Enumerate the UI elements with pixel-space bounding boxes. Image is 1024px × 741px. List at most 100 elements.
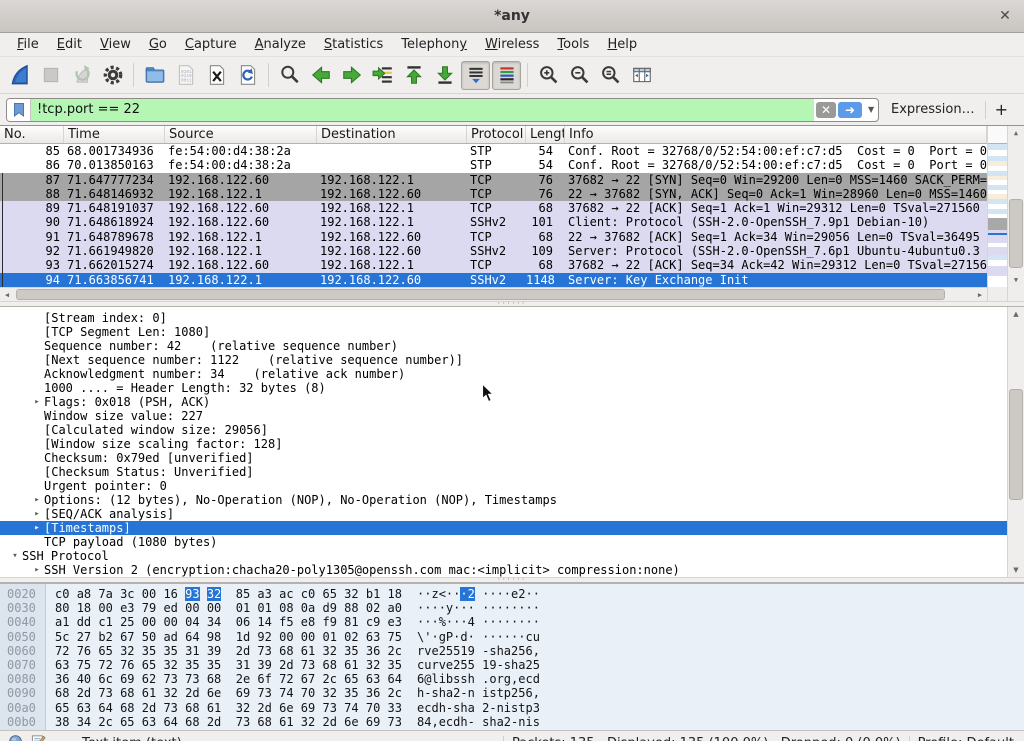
hex-row-0050[interactable]: 00505c 27 b2 67 50 ad 64 98 1d 92 00 00 … <box>0 630 1024 644</box>
menu-tools[interactable]: Tools <box>548 35 598 54</box>
hex-row-0090[interactable]: 009068 2d 73 68 61 32 2d 6e 69 73 74 70 … <box>0 686 1024 700</box>
column-header-time[interactable]: Time <box>64 126 165 143</box>
go-next-button[interactable] <box>337 61 366 90</box>
menu-statistics[interactable]: Statistics <box>315 35 392 54</box>
packet-row-88[interactable]: 8871.648146932192.168.122.1192.168.122.6… <box>0 187 987 201</box>
filter-input[interactable]: !tcp.port == 22 <box>31 99 814 121</box>
details-scroll-up-arrow[interactable]: ▲ <box>1008 307 1024 321</box>
detail-line[interactable]: Checksum: 0x79ed [unverified] <box>0 451 1007 465</box>
packet-row-85[interactable]: 8568.001734936fe:54:00:d4:38:2aSTP54Conf… <box>0 144 987 158</box>
detail-line[interactable]: ▸Options: (12 bytes), No-Operation (NOP)… <box>0 493 1007 507</box>
capture-comment-icon[interactable] <box>31 734 46 741</box>
detail-line[interactable]: ▸[Timestamps] <box>0 521 1007 535</box>
column-header-info[interactable]: Info <box>565 126 987 143</box>
vscroll-down-arrow[interactable]: ▼ <box>1008 273 1024 287</box>
go-first-button[interactable] <box>399 61 428 90</box>
detail-line[interactable]: [Next sequence number: 1122 (relative se… <box>0 353 1007 367</box>
zoom-in-button[interactable] <box>534 61 563 90</box>
menu-view[interactable]: View <box>91 35 140 54</box>
hscroll-left-arrow[interactable]: ◀ <box>0 291 14 299</box>
column-header-no[interactable]: No. <box>0 126 64 143</box>
detail-line[interactable]: Acknowledgment number: 34 (relative ack … <box>0 367 1007 381</box>
details-scroll-trough[interactable] <box>1008 321 1024 563</box>
packet-row-86[interactable]: 8670.013850163fe:54:00:d4:38:2aSTP54Conf… <box>0 158 987 172</box>
tree-collapsed-icon[interactable]: ▸ <box>30 563 44 577</box>
menu-capture[interactable]: Capture <box>176 35 246 54</box>
filter-dropdown-arrow[interactable]: ▼ <box>864 99 878 121</box>
tree-expanded-icon[interactable]: ▾ <box>8 549 22 563</box>
column-header-destination[interactable]: Destination <box>317 126 467 143</box>
go-previous-button[interactable] <box>306 61 335 90</box>
status-profile[interactable]: Profile: Default <box>918 736 1024 741</box>
packet-row-87[interactable]: 8771.647777234192.168.122.60192.168.122.… <box>0 173 987 187</box>
detail-line[interactable]: 1000 .... = Header Length: 32 bytes (8) <box>0 381 1007 395</box>
details-scroll-thumb[interactable] <box>1009 389 1023 500</box>
hex-row-0020[interactable]: 0020c0 a8 7a 3c 00 16 93 32 85 a3 ac c0 … <box>0 587 1024 601</box>
detail-line[interactable]: [Checksum Status: Unverified] <box>0 465 1007 479</box>
column-header-protocol[interactable]: Protocol <box>467 126 526 143</box>
packet-row-90[interactable]: 9071.648618924192.168.122.60192.168.122.… <box>0 215 987 229</box>
menu-go[interactable]: Go <box>140 35 176 54</box>
detail-line[interactable]: Urgent pointer: 0 <box>0 479 1007 493</box>
expression-button[interactable]: Expression… <box>879 102 985 117</box>
capture-restart-button[interactable] <box>67 61 96 90</box>
file-save-button[interactable]: 010101100011 <box>171 61 200 90</box>
add-filter-button[interactable]: + <box>986 100 1018 119</box>
hex-row-00a0[interactable]: 00a065 63 64 68 2d 73 68 61 32 2d 6e 69 … <box>0 701 1024 715</box>
hex-row-0040[interactable]: 0040a1 dd c1 25 00 00 04 34 06 14 f5 e8 … <box>0 615 1024 629</box>
go-last-button[interactable] <box>430 61 459 90</box>
vscroll-trough[interactable] <box>1008 140 1024 273</box>
details-vscrollbar[interactable]: ▲ ▼ <box>1007 307 1024 577</box>
detail-line[interactable]: TCP payload (1080 bytes) <box>0 535 1007 549</box>
packet-list-header[interactable]: No.TimeSourceDestinationProtocolLengthIn… <box>0 126 987 144</box>
menu-wireless[interactable]: Wireless <box>476 35 548 54</box>
expert-info-icon[interactable] <box>8 734 23 741</box>
hex-row-0060[interactable]: 006072 76 65 32 35 35 31 39 2d 73 68 61 … <box>0 644 1024 658</box>
find-packet-button[interactable] <box>275 61 304 90</box>
hscroll-thumb[interactable] <box>16 289 945 300</box>
vscroll-thumb[interactable] <box>1009 199 1023 268</box>
packet-list-hscrollbar[interactable]: ◀ ▶ <box>0 287 987 301</box>
packet-list-vscrollbar[interactable]: ▲ ▼ <box>1007 126 1024 301</box>
packet-row-93[interactable]: 9371.662015274192.168.122.60192.168.122.… <box>0 258 987 272</box>
resize-columns-button[interactable] <box>627 61 656 90</box>
detail-line[interactable]: [Stream index: 0] <box>0 311 1007 325</box>
detail-line[interactable]: ▾SSH Protocol <box>0 549 1007 563</box>
detail-line[interactable]: [Calculated window size: 29056] <box>0 423 1007 437</box>
packet-row-89[interactable]: 8971.648191037192.168.122.60192.168.122.… <box>0 201 987 215</box>
menu-telephony[interactable]: Telephony <box>392 35 476 54</box>
tree-collapsed-icon[interactable]: ▸ <box>30 493 44 507</box>
detail-line[interactable]: [Window size scaling factor: 128] <box>0 437 1007 451</box>
filter-bookmark-icon[interactable] <box>7 99 31 121</box>
file-open-button[interactable] <box>140 61 169 90</box>
file-reload-button[interactable] <box>233 61 262 90</box>
details-scroll-down-arrow[interactable]: ▼ <box>1008 563 1024 577</box>
packet-row-92[interactable]: 9271.661949820192.168.122.1192.168.122.6… <box>0 244 987 258</box>
detail-line[interactable]: ▸[SEQ/ACK analysis] <box>0 507 1007 521</box>
detail-line[interactable]: ▸Flags: 0x018 (PSH, ACK) <box>0 395 1007 409</box>
title-bar[interactable]: *any ✕ <box>0 0 1024 33</box>
menu-file[interactable]: File <box>8 35 48 54</box>
tree-collapsed-icon[interactable]: ▸ <box>30 521 44 535</box>
auto-scroll-button[interactable] <box>461 61 490 90</box>
packet-row-94[interactable]: 9471.663856741192.168.122.1192.168.122.6… <box>0 273 987 287</box>
display-filter-field[interactable]: !tcp.port == 22 ✕ ➜ ▼ <box>6 98 879 122</box>
detail-line[interactable]: [TCP Segment Len: 1080] <box>0 325 1007 339</box>
menu-analyze[interactable]: Analyze <box>246 35 315 54</box>
file-close-button[interactable] <box>202 61 231 90</box>
hex-row-0080[interactable]: 008036 40 6c 69 62 73 73 68 2e 6f 72 67 … <box>0 672 1024 686</box>
packet-row-91[interactable]: 9171.648789678192.168.122.1192.168.122.6… <box>0 230 987 244</box>
intelligent-scrollbar-minimap[interactable] <box>987 126 1007 301</box>
hex-row-0030[interactable]: 003080 18 00 e3 79 ed 00 00 01 01 08 0a … <box>0 601 1024 615</box>
filter-apply-button[interactable]: ➜ <box>838 102 862 118</box>
column-header-source[interactable]: Source <box>165 126 317 143</box>
go-to-packet-button[interactable] <box>368 61 397 90</box>
filter-clear-button[interactable]: ✕ <box>816 102 836 118</box>
zoom-out-button[interactable] <box>565 61 594 90</box>
tree-collapsed-icon[interactable]: ▸ <box>30 507 44 521</box>
detail-line[interactable]: Sequence number: 42 (relative sequence n… <box>0 339 1007 353</box>
hex-row-0070[interactable]: 007063 75 72 76 65 32 35 35 31 39 2d 73 … <box>0 658 1024 672</box>
hscroll-trough[interactable] <box>14 288 973 301</box>
tree-collapsed-icon[interactable]: ▸ <box>30 395 44 409</box>
zoom-original-button[interactable] <box>596 61 625 90</box>
